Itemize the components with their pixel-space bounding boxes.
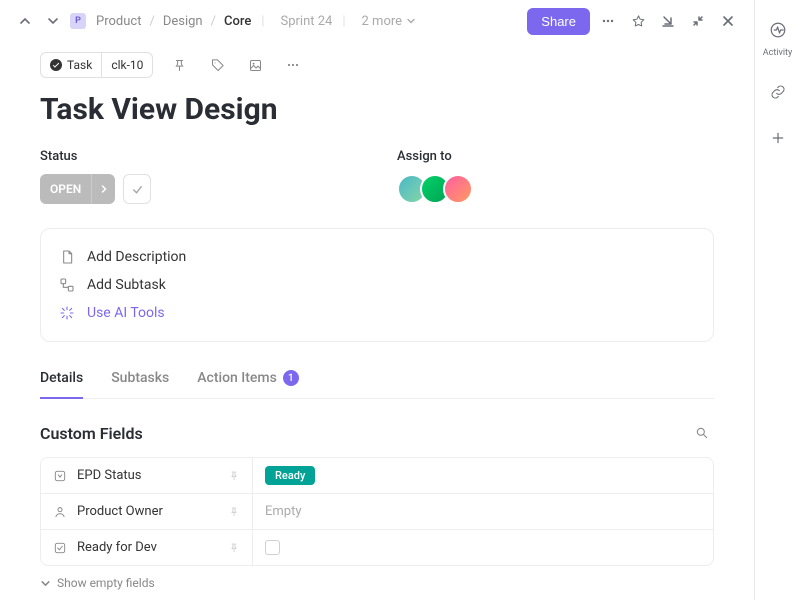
collapse-icon[interactable]	[686, 9, 710, 33]
search-icon[interactable]	[690, 421, 714, 445]
crumb-0[interactable]: Product	[96, 14, 141, 29]
crumb-sprint[interactable]: Sprint 24	[280, 14, 332, 29]
cf-name: Product Owner	[77, 504, 163, 519]
add-description-button[interactable]: Add Description	[59, 243, 695, 271]
pin-icon[interactable]	[167, 53, 191, 77]
cf-name: Ready for Dev	[77, 540, 157, 555]
cf-value[interactable]	[253, 530, 713, 565]
tab-details[interactable]: Details	[40, 370, 83, 398]
task-type-pill[interactable]: Task clk-10	[40, 52, 153, 78]
meta-more-icon[interactable]	[281, 53, 305, 77]
space-badge: P	[70, 13, 86, 29]
cf-row: EPD Status Ready	[41, 458, 713, 493]
mark-done-button[interactable]	[123, 174, 151, 204]
cf-row: Product Owner Empty	[41, 493, 713, 529]
dropdown-icon	[53, 469, 67, 483]
nav-up-icon[interactable]	[14, 10, 36, 32]
status-label: Status	[40, 149, 357, 164]
crumb-2[interactable]: Core	[224, 14, 251, 29]
page-title[interactable]: Task View Design	[40, 92, 714, 127]
custom-fields-table: EPD Status Ready Product Owner	[40, 457, 714, 566]
status-chip[interactable]: OPEN	[40, 174, 115, 204]
tab-subtasks[interactable]: Subtasks	[111, 370, 169, 398]
add-subtask-button[interactable]: Add Subtask	[59, 271, 695, 299]
topbar: P Product / Design / Core | Sprint 24 | …	[0, 0, 754, 42]
pin-icon[interactable]	[228, 470, 240, 482]
activity-label: Activity	[763, 48, 792, 58]
close-icon[interactable]	[716, 9, 740, 33]
crumb-1[interactable]: Design	[163, 14, 203, 29]
assign-label: Assign to	[397, 149, 714, 164]
checkbox[interactable]	[265, 540, 280, 555]
task-id: clk-10	[111, 58, 143, 72]
more-icon[interactable]	[596, 9, 620, 33]
breadcrumb: P Product / Design / Core | Sprint 24 | …	[70, 13, 416, 29]
star-icon[interactable]	[626, 9, 650, 33]
cf-value[interactable]: Ready	[253, 458, 713, 493]
add-icon[interactable]	[766, 126, 790, 150]
pin-icon[interactable]	[228, 542, 240, 554]
image-icon[interactable]	[243, 53, 267, 77]
activity-icon[interactable]	[766, 18, 790, 42]
assignees[interactable]	[397, 174, 714, 204]
action-items-count: 1	[283, 370, 299, 386]
nav-down-icon[interactable]	[42, 10, 64, 32]
tabs: Details Subtasks Action Items 1	[40, 370, 714, 399]
export-icon[interactable]	[656, 9, 680, 33]
use-ai-button[interactable]: Use AI Tools	[59, 299, 695, 327]
cf-name: EPD Status	[77, 468, 142, 483]
quick-actions: Add Description Add Subtask Use AI Tools	[40, 228, 714, 342]
user-icon	[53, 505, 67, 519]
show-empty-fields[interactable]: Show empty fields	[40, 576, 714, 590]
right-sidebar: Activity	[755, 0, 800, 600]
custom-fields-title: Custom Fields	[40, 424, 690, 443]
pin-icon[interactable]	[228, 506, 240, 518]
checkbox-icon	[53, 541, 67, 555]
tag-icon[interactable]	[205, 53, 229, 77]
cf-value[interactable]: Empty	[253, 494, 713, 529]
meta-row: Task clk-10	[40, 52, 714, 78]
chevron-right-icon	[91, 174, 115, 204]
crumb-more[interactable]: 2 more	[362, 14, 417, 29]
cf-row: Ready for Dev	[41, 529, 713, 565]
avatar	[443, 174, 473, 204]
link-icon[interactable]	[766, 80, 790, 104]
tab-action-items[interactable]: Action Items 1	[197, 370, 299, 398]
share-button[interactable]: Share	[527, 8, 590, 35]
